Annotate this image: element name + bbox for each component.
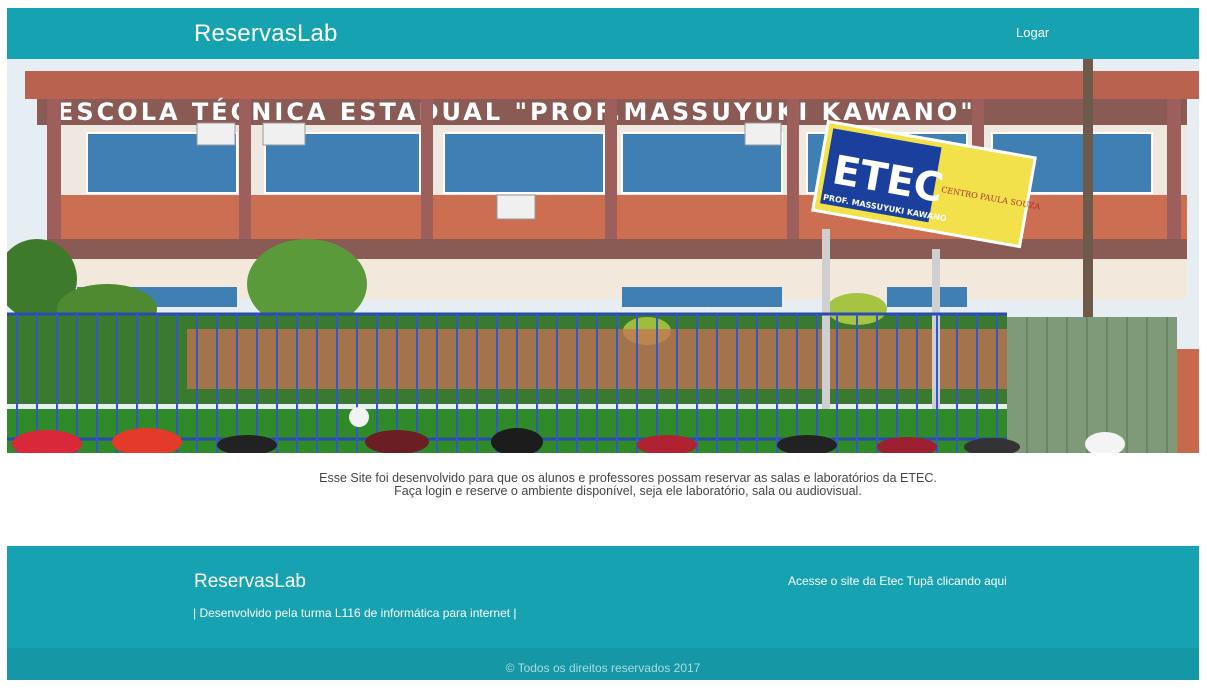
school-building-photo: ESCOLA TÉCNICA ESTADUAL "PROF.MASSUYUKI … xyxy=(7,59,1199,453)
brand-link[interactable]: ReservasLab xyxy=(194,20,338,48)
footer-brand: ReservasLab xyxy=(194,571,306,592)
login-link[interactable]: Logar xyxy=(1016,25,1049,40)
top-navbar: ReservasLab Logar xyxy=(7,8,1199,59)
footer-credit: | Desenvolvido pela turma L116 de inform… xyxy=(193,606,517,620)
page-frame: ReservasLab Logar ESCOLA TÉCNICA ESTADUA… xyxy=(7,8,1199,680)
footer: ReservasLab | Desenvolvido pela turma L1… xyxy=(7,546,1199,648)
copyright-bar: © Todos os direitos reservados 2017 xyxy=(7,648,1199,680)
hero-image: ESCOLA TÉCNICA ESTADUAL "PROF.MASSUYUKI … xyxy=(7,59,1199,453)
etec-tupa-link[interactable]: Acesse o site da Etec Tupã clicando aqui xyxy=(788,574,1007,588)
intro-text: Esse Site foi desenvolvido para que os a… xyxy=(7,472,1207,498)
intro-line-2: Faça login e reserve o ambiente disponív… xyxy=(394,484,862,498)
